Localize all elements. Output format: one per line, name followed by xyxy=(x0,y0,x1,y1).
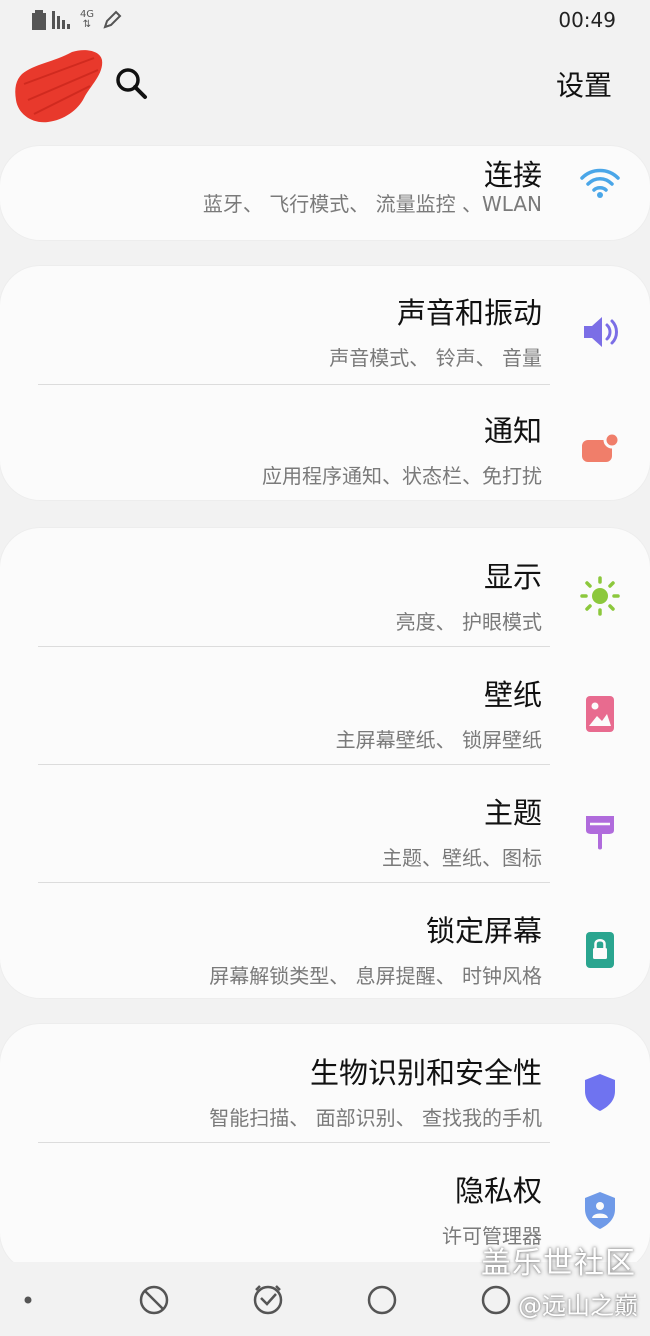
item-title: 显示 xyxy=(483,560,542,594)
page-title: 设置 xyxy=(555,69,612,102)
settings-item-biometrics[interactable]: 生物识别和安全性 智能扫描、 面部识别、 查找我的手机 xyxy=(0,1038,650,1156)
item-subtitle: 智能扫描、 面部识别、 查找我的手机 xyxy=(209,1106,542,1130)
volume-icon xyxy=(584,317,618,347)
settings-item-display[interactable]: 显示 亮度、 护眼模式 xyxy=(0,542,650,660)
divider xyxy=(38,1142,550,1143)
item-title: 锁定屏幕 xyxy=(425,914,542,948)
divider xyxy=(38,646,550,647)
brightness-icon xyxy=(580,576,620,616)
settings-card-connections: 连接 蓝牙、 飞行模式、 流量监控 、WLAN xyxy=(0,146,650,240)
item-subtitle: 声音模式、 铃声、 音量 xyxy=(329,346,542,370)
block-icon[interactable] xyxy=(136,1282,172,1318)
notification-icon xyxy=(582,431,621,462)
item-subtitle: 蓝牙、 飞行模式、 流量监控 、WLAN xyxy=(202,192,542,216)
wifi-icon xyxy=(580,168,620,198)
settings-item-sound[interactable]: 声音和振动 声音模式、 铃声、 音量 xyxy=(0,278,650,396)
settings-item-wallpaper[interactable]: 壁纸 主屏幕壁纸、 锁屏壁纸 xyxy=(0,660,650,778)
watermark-community: 盖乐世社区 xyxy=(481,1246,636,1281)
home-circle-icon[interactable] xyxy=(364,1282,400,1318)
network-4g-icon: 4G ⇅ xyxy=(79,9,95,30)
item-title: 主题 xyxy=(483,796,542,830)
privacy-shield-icon xyxy=(585,1192,615,1229)
item-title: 生物识别和安全性 xyxy=(309,1056,542,1090)
item-title: 壁纸 xyxy=(483,678,542,712)
settings-card-security: 生物识别和安全性 智能扫描、 面部识别、 查找我的手机 隐私权 许可管理器 xyxy=(0,1024,650,1272)
item-subtitle: 应用程序通知、状态栏、免打扰 xyxy=(262,464,542,488)
settings-card-display: 显示 亮度、 护眼模式 壁纸 主屏幕壁纸、 锁屏壁纸 主题 主题、壁纸、图标 锁… xyxy=(0,528,650,998)
status-time: 00:49 xyxy=(558,8,616,32)
status-icons: 4G ⇅ xyxy=(32,8,122,32)
back-icon[interactable] xyxy=(478,1282,514,1318)
item-subtitle: 主题、壁纸、图标 xyxy=(382,846,542,870)
item-title: 隐私权 xyxy=(454,1174,542,1208)
settings-card-sound: 声音和振动 声音模式、 铃声、 音量 通知 应用程序通知、状态栏、免打扰 xyxy=(0,266,650,500)
divider xyxy=(38,882,550,883)
item-title: 声音和振动 xyxy=(396,296,542,330)
watermark-author: @远山之巅 xyxy=(518,1292,638,1320)
divider xyxy=(38,384,550,385)
shield-icon xyxy=(585,1074,615,1111)
status-bar: 4G ⇅ 00:49 xyxy=(0,0,650,40)
clock-check-icon[interactable] xyxy=(250,1282,286,1318)
lock-icon xyxy=(586,932,614,968)
network-label: 4G xyxy=(79,9,95,20)
signal-icon xyxy=(52,11,70,29)
item-title: 通知 xyxy=(483,414,542,448)
search-icon[interactable] xyxy=(114,66,148,100)
battery-icon xyxy=(32,10,46,30)
divider xyxy=(38,764,550,765)
item-subtitle: 屏幕解锁类型、 息屏提醒、 时钟风格 xyxy=(209,964,542,988)
dot-icon[interactable] xyxy=(10,1282,46,1318)
theme-brush-icon xyxy=(586,816,614,850)
wallpaper-icon xyxy=(586,696,614,732)
avatar[interactable] xyxy=(14,44,104,126)
settings-item-notifications[interactable]: 通知 应用程序通知、状态栏、免打扰 xyxy=(0,396,650,514)
edit-icon xyxy=(103,10,122,29)
item-subtitle: 亮度、 护眼模式 xyxy=(395,610,542,634)
settings-item-theme[interactable]: 主题 主题、壁纸、图标 xyxy=(0,778,650,896)
settings-item-lock-screen[interactable]: 锁定屏幕 屏幕解锁类型、 息屏提醒、 时钟风格 xyxy=(0,896,650,1014)
settings-item-connections[interactable]: 连接 蓝牙、 飞行模式、 流量监控 、WLAN xyxy=(0,140,650,240)
item-subtitle: 主屏幕壁纸、 锁屏壁纸 xyxy=(335,728,542,752)
